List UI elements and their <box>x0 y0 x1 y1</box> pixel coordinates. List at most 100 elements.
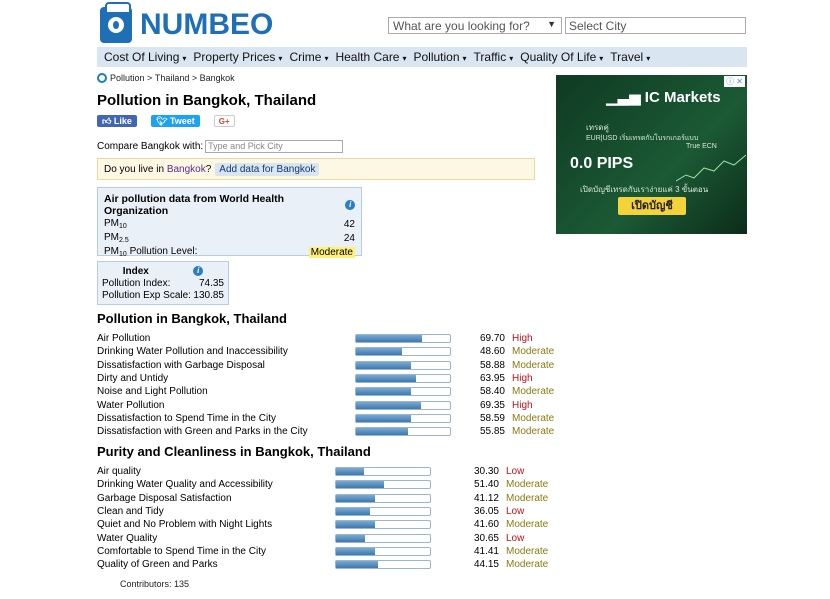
table-row: Quiet and No Problem with Night Lights 41… <box>97 518 567 531</box>
pollution-level-badge: Moderate <box>308 246 355 258</box>
live-in-city-box: Do you live in Bangkok? Add data for Ban… <box>97 158 535 180</box>
nav-item-travel[interactable]: Travel ▾ <box>610 50 650 64</box>
score-bar <box>355 373 451 383</box>
nav-item-cost-of-living[interactable]: Cost Of Living ▾ <box>104 50 186 64</box>
row-label: Water Pollution <box>97 399 165 411</box>
nav-item-health-care[interactable]: Health Care ▾ <box>335 50 406 64</box>
info-icon[interactable]: i <box>345 200 355 210</box>
score-bar-fill <box>336 521 376 529</box>
row-level: High <box>512 333 533 345</box>
live-city-link[interactable]: Bangkok <box>167 164 206 175</box>
chart-graphic-icon <box>676 154 746 182</box>
row-value: 69.35 <box>479 399 505 411</box>
row-label: Water Quality <box>97 532 158 544</box>
row-level: Low <box>506 506 525 518</box>
breadcrumb-country[interactable]: Thailand <box>155 73 190 83</box>
score-bar-fill <box>336 494 375 502</box>
score-bar <box>335 546 431 556</box>
row-value: 41.41 <box>473 545 499 557</box>
score-bar-fill <box>356 401 422 409</box>
score-bar <box>335 467 431 476</box>
ad-text: True ECN <box>686 143 717 150</box>
pollution-index-row: Pollution Index: 74.35 <box>102 277 224 289</box>
exp-scale-row: Pollution Exp Scale: 130.85 <box>102 289 224 301</box>
breadcrumb-sep: > <box>191 73 198 83</box>
nav-item-quality-of-life[interactable]: Quality Of Life ▾ <box>520 50 603 64</box>
dropdown-arrow-icon: ▾ <box>462 54 467 63</box>
row-level: Moderate <box>506 545 549 557</box>
row-label: Noise and Light Pollution <box>97 386 208 398</box>
nav-item-crime[interactable]: Crime ▾ <box>289 50 328 64</box>
row-level: High <box>512 399 533 411</box>
compare-city-input[interactable]: Type and Pick City <box>205 140 344 153</box>
score-bar-fill <box>356 428 409 436</box>
score-bar <box>355 413 451 423</box>
table-row: Dissatisfaction to Spend Time in the Cit… <box>97 412 567 425</box>
row-label: Dissatisfaction to Spend Time in the Cit… <box>97 412 276 424</box>
purity-section-title: Purity and Cleanliness in Bangkok, Thail… <box>97 444 371 459</box>
pm10-row: PM10 42 <box>104 218 355 230</box>
row-label: Clean and Tidy <box>97 506 164 518</box>
home-icon[interactable] <box>97 73 107 83</box>
row-level: Low <box>506 532 525 544</box>
score-bar <box>335 560 431 570</box>
dropdown-arrow-icon: ▾ <box>402 54 407 63</box>
score-bar <box>335 480 431 490</box>
row-level: Moderate <box>512 346 555 358</box>
city-select-input[interactable]: Select City <box>565 17 746 34</box>
score-bar <box>355 387 451 397</box>
ad-open-account-button[interactable]: เปิดบัญชี <box>618 197 686 215</box>
ad-close-icon[interactable]: ⓘ ✕ <box>724 76 745 87</box>
score-bar-fill <box>356 388 411 396</box>
score-bar-fill <box>336 468 365 475</box>
index-box: Index i Pollution Index: 74.35 Pollution E… <box>97 261 229 305</box>
ad-text: เปิดบัญชีเทรดกับเราง่ายแค่ 3 ขั้นตอน <box>580 185 709 194</box>
table-row: Dissatisfaction with Garbage Disposal 58.… <box>97 359 567 372</box>
globe-bag-icon <box>100 2 132 43</box>
exp-scale-value: 130.85 <box>193 289 224 301</box>
numbeo-logo[interactable]: NUMBEO <box>100 2 273 45</box>
search-select[interactable]: What are you looking for? ▼ <box>388 17 562 34</box>
add-data-button[interactable]: Add data for Bangkok <box>215 162 320 176</box>
info-icon[interactable]: i <box>193 266 204 276</box>
dropdown-arrow-icon: ▾ <box>278 54 283 63</box>
table-row: Comfortable to Spend Time in the City 41.… <box>97 545 567 558</box>
pollution-section-title: Pollution in Bangkok, Thailand <box>97 311 287 326</box>
score-bar <box>355 360 451 370</box>
table-row: Air quality 30.30 Low <box>97 465 567 478</box>
table-row: Water Quality 30.65 Low <box>97 532 567 545</box>
google-plus-button[interactable]: G+ <box>213 115 235 127</box>
row-level: Moderate <box>512 386 555 398</box>
nav-item-traffic[interactable]: Traffic ▾ <box>474 50 514 64</box>
dropdown-arrow-icon: ▾ <box>324 54 329 63</box>
score-bar <box>335 493 431 503</box>
score-bar-fill <box>336 534 365 542</box>
row-value: 58.88 <box>479 359 505 371</box>
nav-item-pollution[interactable]: Pollution ▾ <box>414 50 467 64</box>
compare-label: Compare Bangkok with: <box>97 141 204 152</box>
breadcrumb-city[interactable]: Bangkok <box>200 73 235 83</box>
breadcrumb-pollution[interactable]: Pollution <box>110 73 145 83</box>
facebook-like-button[interactable]: 👍︎ Like <box>97 115 137 127</box>
row-label: Dirty and Untidy <box>97 373 169 385</box>
tweet-button[interactable]: 🐦︎ Tweet <box>150 115 200 127</box>
row-level: Moderate <box>506 519 549 531</box>
score-bar <box>355 334 451 343</box>
score-bar <box>355 427 451 437</box>
row-level: Moderate <box>512 412 555 424</box>
row-level: Low <box>506 466 525 478</box>
row-level: Moderate <box>506 492 549 504</box>
row-value: 58.59 <box>479 412 505 424</box>
ad-banner[interactable]: ⓘ ✕ ▁▃▅ IC Markets เทรดคู่ EUR|USD เริ่ม… <box>556 75 747 234</box>
compare-row: Compare Bangkok with: Type and Pick City <box>97 140 344 153</box>
nav-item-property-prices[interactable]: Property Prices ▾ <box>193 50 282 64</box>
row-label: Comfortable to Spend Time in the City <box>97 545 266 557</box>
main-nav: Cost Of Living ▾ Property Prices ▾ Crime ▾ … <box>97 47 747 67</box>
table-row: Dissatisfaction with Green and Parks in … <box>97 425 567 438</box>
row-value: 30.65 <box>473 532 499 544</box>
pm10-level-row: PM10 Pollution Level: Moderate <box>104 246 355 258</box>
row-label: Garbage Disposal Satisfaction <box>97 492 232 504</box>
row-label: Dissatisfaction with Garbage Disposal <box>97 359 265 371</box>
dropdown-arrow-icon: ▾ <box>599 54 604 63</box>
score-bar-fill <box>356 348 402 356</box>
